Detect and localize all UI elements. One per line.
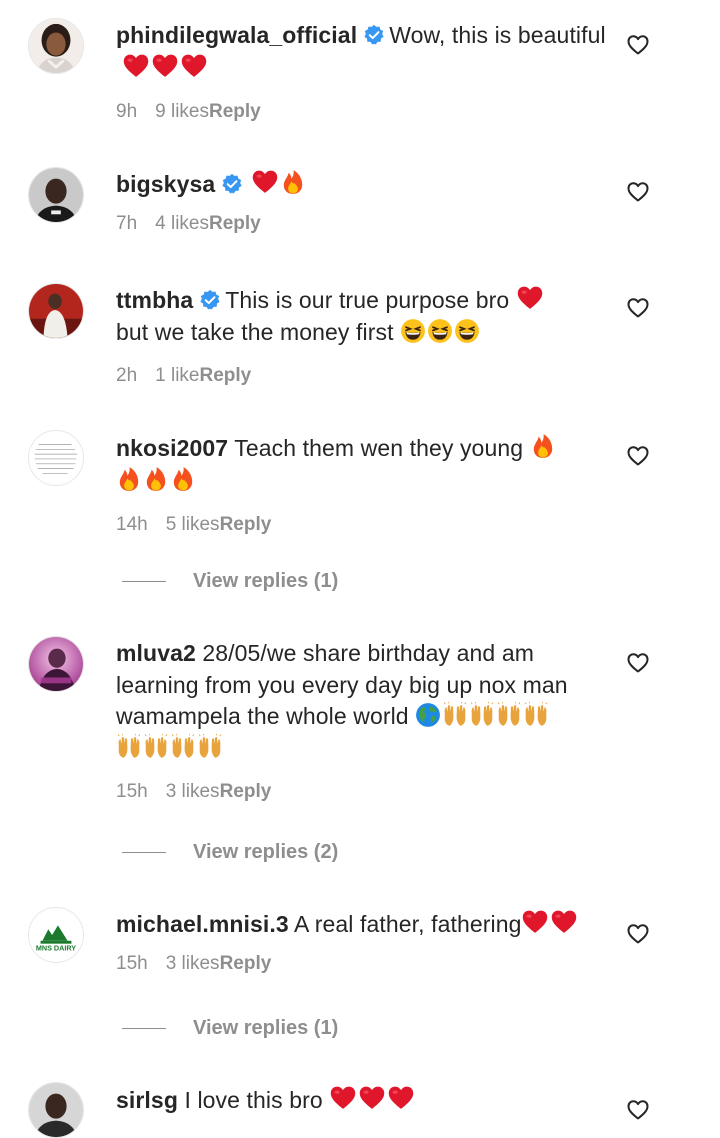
avatar[interactable] [28, 430, 84, 486]
comment-time: 2h [116, 365, 138, 386]
avatar[interactable] [28, 283, 84, 339]
fire-emoji [280, 168, 306, 196]
fire-emoji [116, 465, 142, 493]
red-heart-emoji [516, 284, 544, 312]
red-heart-emoji [521, 908, 549, 936]
avatar[interactable]: MNS DAIRY [28, 907, 84, 963]
view-replies-button[interactable]: View replies (1) [122, 1017, 338, 1040]
avatar[interactable] [28, 18, 84, 74]
comment-text: mluva2 28/05/we share birthday and am le… [116, 638, 606, 764]
comment-text: ttmbha This is our true purpose bro but w… [116, 284, 606, 348]
like-heart-icon[interactable] [626, 296, 650, 320]
red-heart-emoji [550, 908, 578, 936]
grinning-squinting-emoji [400, 318, 426, 344]
comment-likes[interactable]: 3 likes [166, 781, 220, 802]
view-replies-label: View replies (1) [193, 570, 339, 592]
comment-likes[interactable]: 9 likes [155, 101, 209, 122]
comment-likes[interactable]: 1 like [155, 365, 199, 386]
like-heart-icon[interactable] [626, 922, 650, 946]
grinning-squinting-emoji [427, 318, 453, 344]
like-heart-icon[interactable] [626, 651, 650, 675]
fire-emoji [170, 465, 196, 493]
raising-hands-emoji [496, 702, 522, 728]
raising-hands-emoji [170, 734, 196, 760]
reply-button[interactable]: Reply [200, 365, 252, 386]
view-replies-button[interactable]: View replies (2) [122, 841, 338, 864]
comment-time: 15h [116, 781, 148, 802]
divider-line [122, 581, 166, 583]
like-heart-icon[interactable] [626, 180, 650, 204]
comment-body: This is our true purpose bro [225, 287, 510, 313]
comment-username[interactable]: ttmbha [116, 287, 193, 313]
raising-hands-emoji [116, 734, 142, 760]
comment-text: michael.mnisi.3 A real father, fathering [116, 908, 606, 941]
view-replies-label: View replies (2) [193, 841, 339, 863]
reply-button[interactable]: Reply [209, 213, 261, 234]
verified-badge-icon [221, 173, 243, 195]
reply-button[interactable]: Reply [220, 781, 272, 802]
raising-hands-emoji [469, 702, 495, 728]
like-heart-icon[interactable] [626, 444, 650, 468]
globe-emoji [415, 702, 441, 728]
red-heart-emoji [387, 1084, 415, 1112]
comment-likes[interactable]: 5 likes [166, 514, 220, 535]
comment-text: nkosi2007 Teach them wen they young [116, 432, 606, 497]
comment-username[interactable]: bigskysa [116, 171, 215, 197]
like-heart-icon[interactable] [626, 1098, 650, 1122]
red-heart-emoji [329, 1084, 357, 1112]
verified-badge-icon [199, 289, 221, 311]
comment-text: sirlsg I love this bro [116, 1084, 606, 1117]
avatar-logo-text: MNS DAIRY [36, 943, 76, 952]
verified-badge-icon [363, 24, 385, 46]
red-heart-emoji [180, 52, 208, 80]
comment-likes[interactable]: 4 likes [155, 213, 209, 234]
comment-meta: 15h 3 likesReply [116, 781, 606, 803]
avatar[interactable] [28, 636, 84, 692]
comment-meta: 2h 1 likeReply [116, 365, 606, 387]
comment-likes[interactable]: 3 likes [166, 953, 220, 974]
reply-button[interactable]: Reply [220, 514, 272, 535]
red-heart-emoji [251, 168, 279, 196]
comment-username[interactable]: phindilegwala_official [116, 22, 357, 48]
comment-body: Teach them wen they young [234, 435, 524, 461]
grinning-squinting-emoji [454, 318, 480, 344]
fire-emoji [530, 432, 556, 460]
raising-hands-emoji [523, 702, 549, 728]
comment-meta: 7h 4 likesReply [116, 213, 606, 235]
divider-line [122, 1028, 166, 1030]
comment-time: 9h [116, 101, 138, 122]
like-heart-icon[interactable] [626, 33, 650, 57]
avatar[interactable] [28, 1082, 84, 1138]
comment-meta: 15h 3 likesReply [116, 953, 606, 975]
comment-text: phindilegwala_official Wow, this is beaut… [116, 20, 606, 84]
comment-text: bigskysa [116, 168, 606, 201]
comment-time: 15h [116, 952, 148, 974]
comment-username[interactable]: michael.mnisi.3 [116, 911, 289, 937]
reply-button[interactable]: Reply [209, 101, 261, 122]
raising-hands-emoji [143, 734, 169, 760]
comment-username[interactable]: sirlsg [116, 1087, 178, 1113]
raising-hands-emoji [442, 702, 468, 728]
red-heart-emoji [151, 52, 179, 80]
comment-time: 7h [116, 212, 138, 234]
comment-time: 14h [116, 514, 148, 535]
comment-username[interactable]: nkosi2007 [116, 435, 228, 461]
fire-emoji [143, 465, 169, 493]
view-replies-button[interactable]: View replies (1) [122, 570, 338, 593]
red-heart-emoji [122, 52, 150, 80]
comment-username[interactable]: mluva2 [116, 640, 196, 666]
comment-body-line-2: but we take the money first [116, 318, 394, 345]
comment-body: A real father, fathering [294, 911, 522, 937]
comment-meta: 14h 5 likesReply [116, 514, 606, 536]
comment-meta: 9h 9 likesReply [116, 101, 606, 123]
view-replies-label: View replies (1) [193, 1017, 339, 1039]
raising-hands-emoji [197, 734, 223, 760]
comment-body: Wow, this is beautiful [389, 22, 606, 48]
comment-body: I love this bro [184, 1087, 323, 1113]
red-heart-emoji [358, 1084, 386, 1112]
divider-line [122, 852, 166, 854]
avatar[interactable] [28, 167, 84, 223]
reply-button[interactable]: Reply [220, 953, 272, 974]
